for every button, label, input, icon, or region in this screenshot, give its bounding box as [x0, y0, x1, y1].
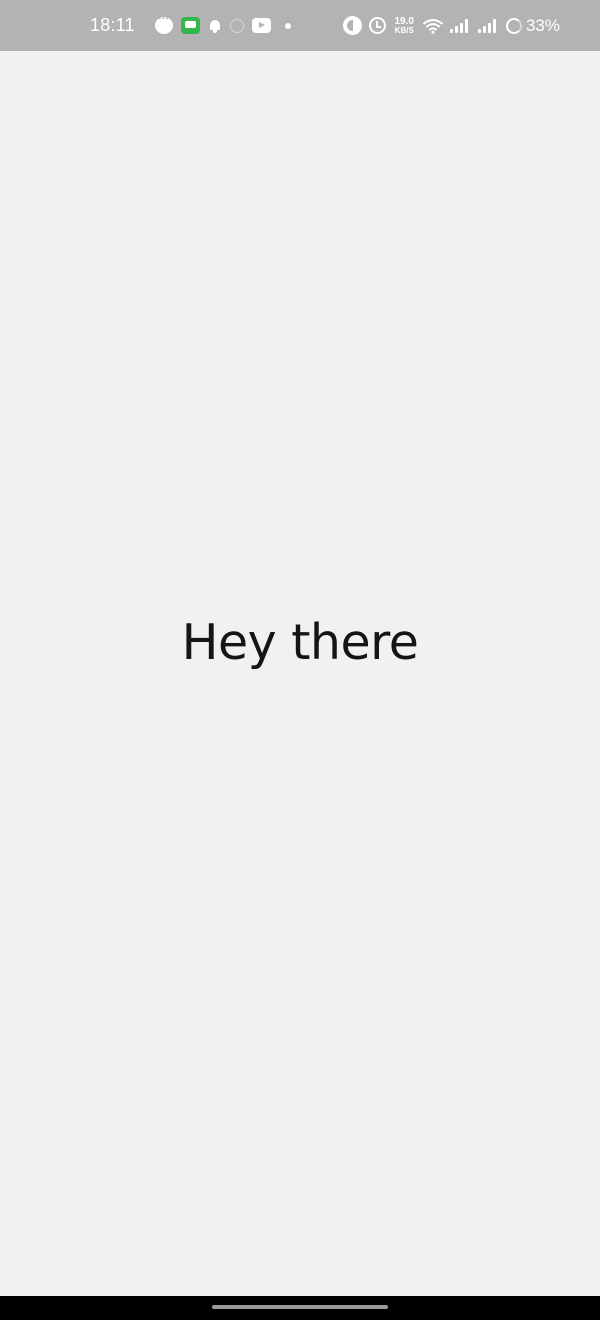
status-time: 18:11	[90, 15, 135, 35]
network-speed: 19.0 KB/S	[394, 15, 414, 35]
network-speed-unit: KB/S	[394, 25, 414, 35]
greeting-text: Hey there	[181, 614, 419, 671]
network-speed-value: 19.0	[394, 15, 414, 27]
status-bar-left: 18:11	[90, 0, 291, 51]
navigation-bar	[0, 1296, 600, 1320]
app-icon	[229, 18, 244, 33]
dot-icon	[284, 22, 291, 29]
battery-icon	[505, 17, 522, 34]
signal-icon	[477, 18, 499, 33]
status-bar-right: 19.0 KB/S 33%	[342, 0, 560, 51]
video-icon	[251, 18, 271, 33]
battery-percent: 33%	[525, 15, 560, 35]
chat-bubble-icon	[154, 13, 173, 34]
wifi-icon	[422, 18, 443, 34]
data-saver-icon	[342, 16, 362, 35]
signal-icon	[449, 18, 471, 33]
messages-icon	[180, 17, 200, 34]
alarm-icon	[368, 17, 386, 34]
bell-icon	[208, 19, 222, 33]
home-indicator[interactable]	[212, 1305, 388, 1309]
status-bar: 18:11 19.0 KB/S	[0, 0, 600, 51]
